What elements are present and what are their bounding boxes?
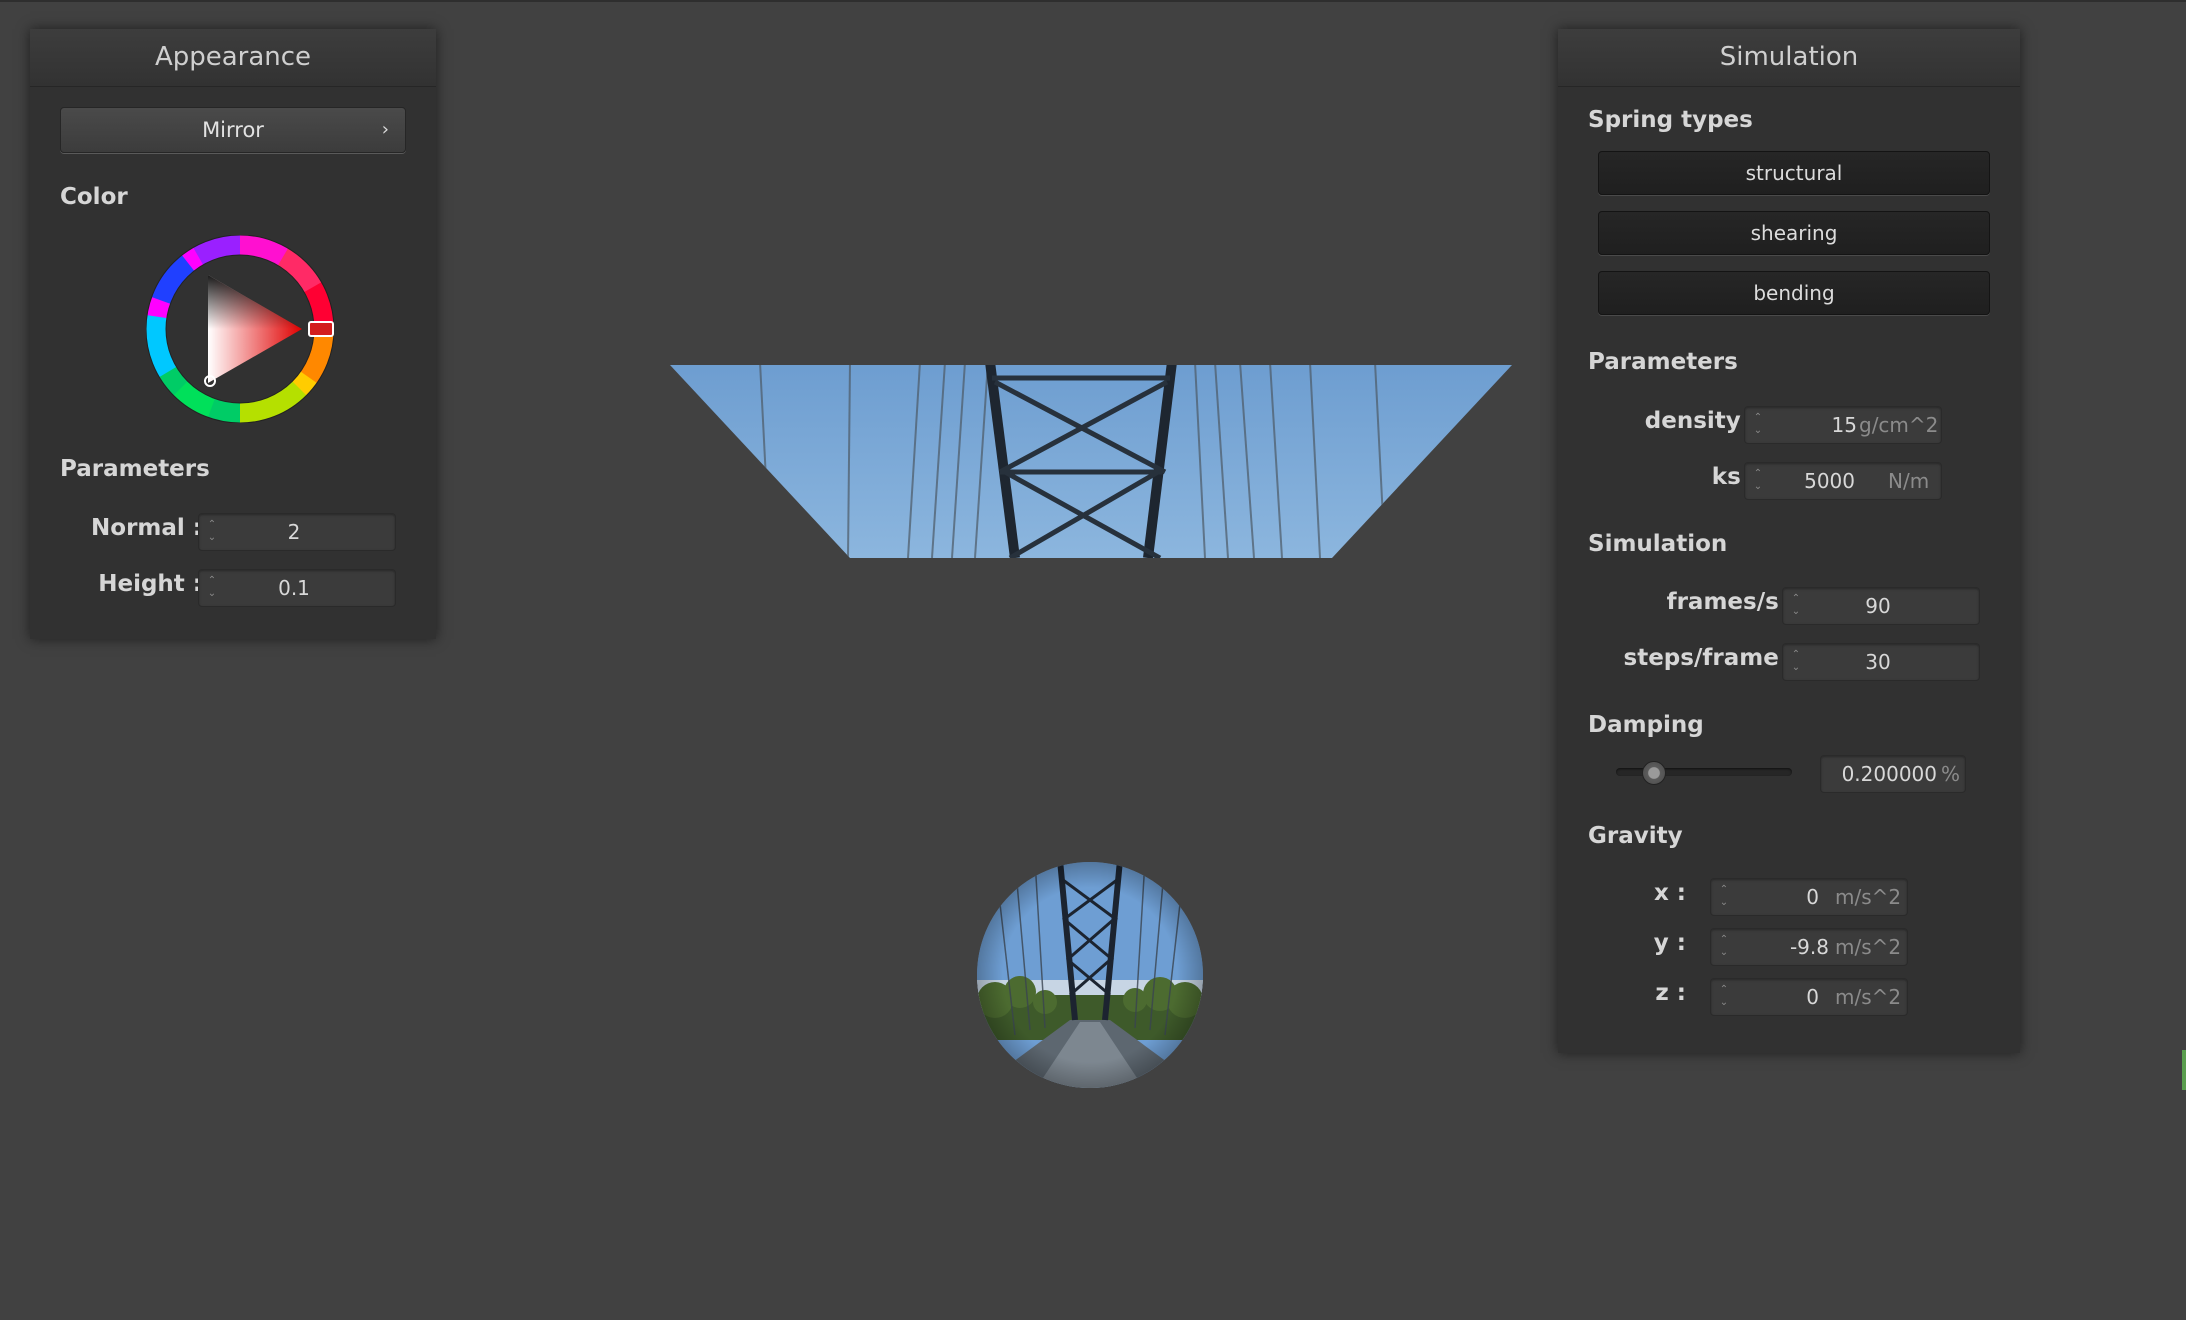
gravity-x-unit: m/s^2 xyxy=(1835,885,1902,909)
ks-input[interactable]: ⌃ ⌄ 5000 N/m xyxy=(1744,462,1942,500)
steps-label: steps/frame : xyxy=(1623,645,1796,671)
structural-spring-button[interactable]: structural xyxy=(1598,151,1990,195)
gravity-z-input[interactable]: ⌃ ⌄ 0 m/s^2 xyxy=(1710,978,1908,1016)
density-input[interactable]: ⌃ ⌄ 15 g/cm^2 xyxy=(1744,406,1942,444)
spinner-arrows-icon[interactable]: ⌃ ⌄ xyxy=(1751,467,1765,495)
color-wheel[interactable] xyxy=(146,235,334,423)
gravity-y-value: -9.8 xyxy=(1789,935,1829,959)
simulation-panel: Simulation Spring types structural shear… xyxy=(1558,29,2020,1053)
appearance-parameters-label: Parameters xyxy=(60,456,210,482)
density-value: 15 xyxy=(1831,413,1857,437)
simulation-panel-title[interactable]: Simulation xyxy=(1558,29,2020,87)
height-label: Height : xyxy=(98,571,202,597)
ks-value: 5000 xyxy=(1804,469,1855,493)
gravity-x-input[interactable]: ⌃ ⌄ 0 m/s^2 xyxy=(1710,878,1908,916)
damping-value: 0.200000 xyxy=(1841,762,1937,786)
spinner-arrows-icon[interactable]: ⌃ ⌄ xyxy=(1717,933,1731,961)
gravity-x-label: x : xyxy=(1653,880,1686,906)
spinner-arrows-icon[interactable]: ⌃ ⌄ xyxy=(205,574,219,602)
normal-input[interactable]: ⌃ ⌄ 2 xyxy=(198,513,396,551)
color-section-label: Color xyxy=(60,184,128,210)
normal-value: 2 xyxy=(287,520,301,544)
cloth-mesh[interactable] xyxy=(670,362,1512,558)
damping-slider-handle[interactable] xyxy=(1642,761,1667,785)
fps-value: 90 xyxy=(1865,594,1891,618)
spinner-arrows-icon[interactable]: ⌃ ⌄ xyxy=(205,518,219,546)
shader-select-label: Mirror xyxy=(202,118,264,142)
gravity-y-label: y : xyxy=(1653,930,1686,956)
fps-label: frames/s : xyxy=(1666,589,1796,615)
damping-unit: % xyxy=(1941,762,1961,786)
window-edge-indicator xyxy=(2182,1050,2186,1090)
gravity-y-input[interactable]: ⌃ ⌄ -9.8 m/s^2 xyxy=(1710,928,1908,966)
height-input[interactable]: ⌃ ⌄ 0.1 xyxy=(198,569,396,607)
ks-unit: N/m xyxy=(1888,469,1930,493)
density-label: density : xyxy=(1644,408,1758,434)
bending-spring-button[interactable]: bending xyxy=(1598,271,1990,315)
appearance-panel: Appearance Mirror › Color Parameters Nor… xyxy=(30,29,436,639)
normal-label: Normal : xyxy=(91,515,202,541)
spinner-arrows-icon[interactable]: ⌃ ⌄ xyxy=(1717,883,1731,911)
gravity-x-value: 0 xyxy=(1806,885,1819,909)
gravity-z-label: z : xyxy=(1655,980,1686,1006)
sphere-object[interactable] xyxy=(975,860,1205,1090)
gravity-y-unit: m/s^2 xyxy=(1835,935,1902,959)
density-unit: g/cm^2 xyxy=(1859,413,1939,437)
damping-input[interactable]: 0.200000 % xyxy=(1820,755,1966,793)
damping-label: Damping xyxy=(1588,712,1704,738)
gravity-z-unit: m/s^2 xyxy=(1835,985,1902,1009)
fps-input[interactable]: ⌃ ⌄ 90 xyxy=(1782,587,1980,625)
ks-label: ks : xyxy=(1711,464,1758,490)
spring-types-label: Spring types xyxy=(1588,107,1753,133)
spinner-arrows-icon[interactable]: ⌃ ⌄ xyxy=(1789,648,1803,676)
spinner-arrows-icon[interactable]: ⌃ ⌄ xyxy=(1751,411,1765,439)
chevron-right-icon: › xyxy=(381,119,389,140)
shader-select-button[interactable]: Mirror › xyxy=(60,107,406,153)
sim-parameters-label: Parameters xyxy=(1588,349,1738,375)
spinner-arrows-icon[interactable]: ⌃ ⌄ xyxy=(1789,592,1803,620)
gravity-z-value: 0 xyxy=(1806,985,1819,1009)
top-border xyxy=(0,0,2186,2)
appearance-panel-title[interactable]: Appearance xyxy=(30,29,436,87)
steps-value: 30 xyxy=(1865,650,1891,674)
gravity-label: Gravity xyxy=(1588,823,1683,849)
steps-input[interactable]: ⌃ ⌄ 30 xyxy=(1782,643,1980,681)
simulation-section-label: Simulation xyxy=(1588,531,1728,557)
height-value: 0.1 xyxy=(278,576,310,600)
shearing-spring-button[interactable]: shearing xyxy=(1598,211,1990,255)
spinner-arrows-icon[interactable]: ⌃ ⌄ xyxy=(1717,983,1731,1011)
